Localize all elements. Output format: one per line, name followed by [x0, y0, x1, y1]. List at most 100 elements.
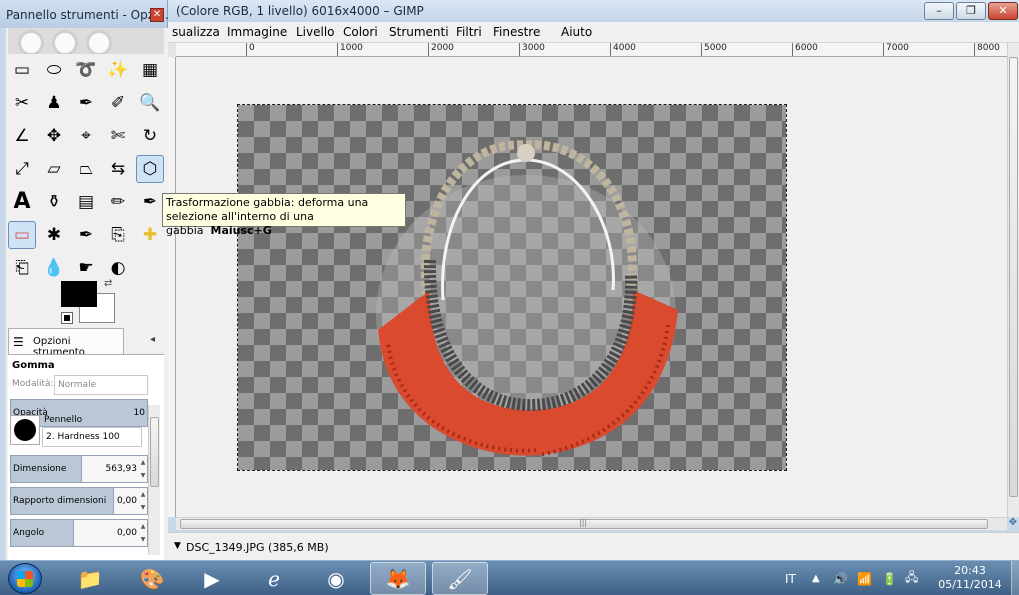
- vertical-scroll-thumb[interactable]: [1009, 57, 1018, 497]
- pencil-icon[interactable]: ✏: [104, 188, 132, 216]
- vertical-scrollbar[interactable]: [1007, 43, 1019, 517]
- smudge-icon[interactable]: ☛: [72, 254, 100, 282]
- angle-slider[interactable]: Angolo 0,00 ▲ ▼: [10, 519, 148, 547]
- explorer-taskbar-icon[interactable]: 📁: [62, 562, 118, 595]
- gimp-taskbar-icon[interactable]: 🦊: [370, 562, 426, 595]
- horizontal-scroll-thumb[interactable]: |||: [180, 518, 988, 529]
- menu-aiuto[interactable]: Aiuto: [561, 25, 592, 39]
- scissors-select-icon[interactable]: ✂: [8, 89, 36, 117]
- signal-icon[interactable]: 📶: [857, 561, 872, 595]
- ruler-label: 6000: [795, 43, 818, 53]
- image-canvas[interactable]: [237, 104, 787, 471]
- move-icon[interactable]: ✥: [40, 122, 68, 150]
- perspective-clone-icon[interactable]: ⎗: [8, 254, 36, 282]
- text-icon[interactable]: A: [8, 188, 36, 216]
- taskbar: 📁 🎨 ▶ ℯ ◉ 🦊 🖌 IT ▲ 🔊 📶 🔋 🖧 20:43 05/11/2…: [0, 560, 1019, 595]
- heal-icon[interactable]: ✚: [136, 221, 164, 249]
- internet-explorer-taskbar-icon[interactable]: ℯ: [246, 562, 302, 595]
- menu-immagine[interactable]: Immagine: [227, 25, 287, 39]
- menu-bar: sualizza Immagine Livello Colori Strumen…: [168, 22, 1019, 43]
- show-hidden-icons-icon[interactable]: ▲: [812, 561, 820, 595]
- horizontal-scrollbar[interactable]: |||: [176, 517, 1007, 530]
- rect-select-icon[interactable]: ▭: [8, 56, 36, 84]
- paint-app-taskbar-icon[interactable]: 🎨: [124, 562, 180, 595]
- wilber-drop-area[interactable]: [8, 28, 164, 54]
- language-indicator[interactable]: IT: [785, 561, 796, 595]
- ellipse-select-icon[interactable]: ⬭: [40, 56, 68, 84]
- ruler-corner[interactable]: [168, 43, 176, 57]
- blend-icon[interactable]: ▤: [72, 188, 100, 216]
- angle-spinner[interactable]: ▲ ▼: [139, 520, 147, 546]
- chevron-down-icon[interactable]: ▼: [174, 541, 181, 551]
- brush-name-field[interactable]: 2. Hardness 100: [42, 427, 142, 447]
- network-icon[interactable]: 🖧: [905, 561, 918, 595]
- menu-strumenti[interactable]: Strumenti: [389, 25, 449, 39]
- crop-icon[interactable]: ✄: [104, 122, 132, 150]
- chrome-taskbar-icon[interactable]: ◉: [308, 562, 364, 595]
- angle-value: 0,00: [116, 528, 137, 538]
- close-button[interactable]: ✕: [988, 2, 1018, 20]
- menu-filtri[interactable]: Filtri: [456, 25, 482, 39]
- free-select-icon[interactable]: ➰: [72, 56, 100, 84]
- shear-icon[interactable]: ▱: [40, 155, 68, 183]
- flip-icon[interactable]: ⇆: [104, 155, 132, 183]
- rotate-icon[interactable]: ↻: [136, 122, 164, 150]
- menu-livello[interactable]: Livello: [296, 25, 335, 39]
- toolbox-title-bar[interactable]: Pannello strumenti - Opzi... ✕: [0, 0, 169, 28]
- ink-icon[interactable]: ✒: [72, 221, 100, 249]
- align-icon[interactable]: ⌖: [72, 122, 100, 150]
- gimp-toolbox-taskbar-icon[interactable]: 🖌: [432, 562, 488, 595]
- toolbox-title: Pannello strumenti - Opzi...: [6, 8, 169, 22]
- clone-icon[interactable]: ⎘: [104, 221, 132, 249]
- brush-preview[interactable]: [10, 415, 40, 445]
- canvas-area[interactable]: [176, 57, 1007, 517]
- airbrush-icon[interactable]: ✱: [40, 221, 68, 249]
- bucket-fill-icon[interactable]: ⚱: [40, 188, 68, 216]
- restore-button[interactable]: ❐: [956, 2, 986, 20]
- measure-icon[interactable]: ∠: [8, 122, 36, 150]
- blur-icon[interactable]: 💧: [40, 254, 68, 282]
- paintbrush-icon[interactable]: ✒: [136, 188, 164, 216]
- size-label: Dimensione: [13, 464, 67, 474]
- horizontal-ruler[interactable]: 0 1000 2000 3000 4000 5000 6000 7000 800…: [176, 43, 1007, 57]
- size-spinner[interactable]: ▲ ▼: [139, 456, 147, 482]
- menu-colori[interactable]: Colori: [343, 25, 378, 39]
- toolbox-close-button[interactable]: ✕: [150, 8, 164, 22]
- minimize-button[interactable]: –: [924, 2, 954, 20]
- eraser-icon[interactable]: ▭: [8, 221, 36, 249]
- color-picker-icon[interactable]: ✐: [104, 89, 132, 117]
- default-colors-icon[interactable]: [61, 312, 73, 324]
- color-select-icon[interactable]: ▦: [136, 56, 164, 84]
- cage-transform-icon[interactable]: ⬡: [136, 155, 164, 183]
- zoom-icon[interactable]: 🔍: [136, 89, 164, 117]
- menu-visualizza[interactable]: sualizza: [172, 25, 220, 39]
- aspect-ratio-spinner[interactable]: ▲ ▼: [139, 488, 147, 514]
- foreground-select-icon[interactable]: ♟: [40, 89, 68, 117]
- perspective-icon[interactable]: ⏢: [72, 155, 100, 183]
- paths-icon[interactable]: ✒: [72, 89, 100, 117]
- scale-icon[interactable]: ⤢: [8, 155, 36, 183]
- fuzzy-select-icon[interactable]: ✨: [104, 56, 132, 84]
- options-scroll-thumb[interactable]: [150, 417, 159, 487]
- size-slider[interactable]: Dimensione 563,93 ▲ ▼: [10, 455, 148, 483]
- brush-label: Pennello: [44, 415, 83, 425]
- tab-tool-options[interactable]: ☰ Opzioni strumento: [8, 328, 124, 358]
- tab-menu-icon[interactable]: ◂: [150, 334, 155, 345]
- navigate-icon[interactable]: ✥: [1007, 517, 1019, 530]
- tooltip-line-1: Trasformazione gabbia: deforma una: [166, 196, 369, 209]
- opacity-value: 10: [133, 408, 145, 418]
- show-desktop-button[interactable]: [1011, 561, 1019, 595]
- start-button[interactable]: [8, 563, 42, 594]
- vertical-ruler[interactable]: [168, 57, 176, 517]
- options-scrollbar[interactable]: [148, 405, 160, 555]
- mode-select[interactable]: Normale: [54, 375, 148, 395]
- swap-colors-icon[interactable]: ⇄: [104, 278, 112, 289]
- foreground-color-swatch[interactable]: [61, 281, 97, 307]
- media-player-taskbar-icon[interactable]: ▶: [184, 562, 240, 595]
- main-title-bar[interactable]: (Colore RGB, 1 livello) 6016x4000 – GIMP…: [168, 0, 1019, 22]
- system-clock[interactable]: 20:43 05/11/2014: [934, 564, 1006, 592]
- menu-finestre[interactable]: Finestre: [493, 25, 540, 39]
- aspect-ratio-slider[interactable]: Rapporto dimensioni 0,00 ▲ ▼: [10, 487, 148, 515]
- battery-icon[interactable]: 🔋: [882, 561, 897, 595]
- volume-icon[interactable]: 🔊: [833, 561, 848, 595]
